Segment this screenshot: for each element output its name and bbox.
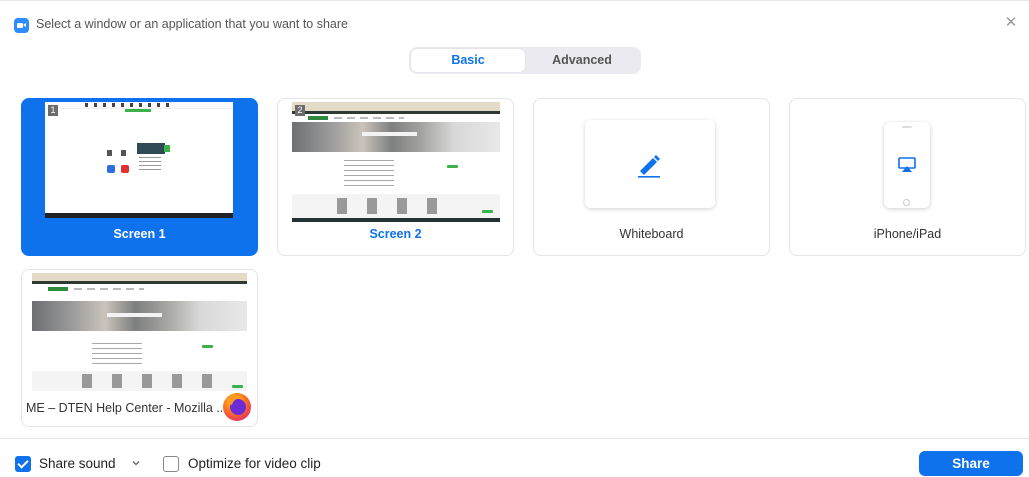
firefox-icon (223, 393, 251, 421)
tile-screen-1[interactable]: 1 Screen 1 (21, 98, 258, 256)
share-sound-checkbox[interactable] (15, 456, 31, 472)
chevron-down-icon[interactable] (130, 457, 142, 469)
screen-number-badge: 2 (295, 105, 305, 116)
pen-icon (638, 155, 660, 178)
tile-iphone-ipad[interactable]: iPhone/iPad (789, 98, 1026, 256)
window-title: Select a window or an application that y… (36, 17, 348, 31)
browser-window-thumbnail (32, 273, 247, 391)
tile-label-firefox-window: ME – DTEN Help Center - Mozilla ... (26, 401, 226, 415)
tab-basic[interactable]: Basic (411, 49, 525, 72)
tile-screen-2[interactable]: 2 Screen 2 (277, 98, 514, 256)
tile-label-screen-2: Screen 2 (369, 227, 422, 241)
share-screen-dialog: Select a window or an application that y… (0, 0, 1029, 477)
optimize-video-label[interactable]: Optimize for video clip (188, 456, 321, 472)
zoom-camera-icon (14, 18, 29, 33)
close-icon[interactable]: ✕ (1001, 13, 1021, 33)
screen-2-thumbnail: 2 (292, 102, 500, 222)
optimize-video-checkbox[interactable] (163, 456, 179, 472)
whiteboard-preview (585, 120, 715, 208)
airplay-icon (898, 157, 916, 172)
title-bar: Select a window or an application that y… (0, 9, 1029, 39)
tab-bar: Basic Advanced (409, 47, 641, 74)
tab-advanced[interactable]: Advanced (525, 49, 639, 72)
tile-whiteboard[interactable]: Whiteboard (533, 98, 770, 256)
screen-number-badge: 1 (48, 105, 58, 116)
tile-label-iphone-ipad: iPhone/iPad (873, 227, 942, 241)
footer-bar: Share sound Optimize for video clip Shar… (0, 438, 1029, 477)
phone-preview (884, 122, 930, 208)
share-sound-label[interactable]: Share sound (39, 456, 116, 472)
tile-label-whiteboard: Whiteboard (619, 227, 684, 241)
tile-firefox-window[interactable]: ME – DTEN Help Center - Mozilla ... (21, 269, 258, 427)
share-button[interactable]: Share (919, 451, 1023, 476)
tile-label-screen-1: Screen 1 (113, 227, 166, 241)
screen-1-thumbnail: 1 (45, 102, 233, 218)
